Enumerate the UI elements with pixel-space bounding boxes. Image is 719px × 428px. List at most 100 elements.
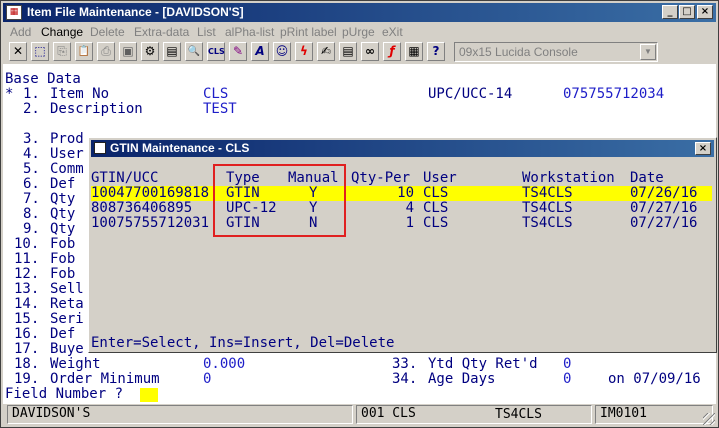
calculator-icon[interactable]: ▦	[405, 42, 423, 61]
field-19-value[interactable]: 0	[203, 372, 211, 387]
row-1-date[interactable]: 07/26/16	[630, 186, 697, 201]
field-12-num: 12.	[14, 266, 40, 282]
field-17-num: 17.	[14, 341, 40, 357]
person-icon[interactable]: ☺	[273, 42, 291, 61]
save-icon[interactable]: ▣	[119, 42, 137, 61]
lookup-icon[interactable]: 🔍	[185, 42, 203, 61]
field-17-label: Buye	[50, 341, 84, 357]
print-icon[interactable]: ⎙	[97, 42, 115, 61]
row-2-user[interactable]: CLS	[423, 201, 448, 216]
gtin-dialog-titlebar[interactable]: GTIN Maintenance - CLS ×	[91, 140, 714, 157]
notepad-icon[interactable]: ✍	[317, 42, 335, 61]
menu-change[interactable]: Change	[41, 25, 83, 39]
col-header-date: Date	[630, 170, 664, 186]
field-12-label: Fob	[50, 266, 76, 282]
field-16-num: 16.	[14, 326, 40, 342]
select-box-icon[interactable]: ⬚	[31, 42, 49, 61]
field-2-value[interactable]: TEST	[203, 102, 237, 117]
menu-purge[interactable]: pUrge	[342, 25, 375, 39]
function-icon[interactable]: ƒ	[383, 42, 401, 61]
field-18-value[interactable]: 0.000	[203, 357, 245, 372]
memo-icon[interactable]: ▤	[163, 42, 181, 61]
field-8-label: Qty	[50, 206, 76, 222]
copy-icon[interactable]: ⎘	[53, 42, 71, 61]
row-1-gtin[interactable]: 10047700169818	[91, 186, 209, 201]
menu-list[interactable]: List	[197, 25, 216, 39]
field-6-num: 6.	[23, 176, 40, 192]
annotation-highlight-box	[213, 164, 346, 237]
paste-icon[interactable]: 📋	[75, 42, 93, 61]
field-5-num: 5.	[23, 161, 40, 177]
item-app-icon[interactable]: ▦	[6, 5, 22, 20]
field-34-num: 34.	[392, 371, 418, 387]
font-select[interactable]: 09x15 Lucida Console ▼	[454, 42, 658, 62]
field-4-num: 4.	[23, 146, 40, 162]
maximize-button[interactable]: □	[679, 5, 695, 19]
notes-icon[interactable]: ▤	[339, 42, 357, 61]
field-3-label: Prod	[50, 131, 84, 147]
row-2-date[interactable]: 07/27/16	[630, 201, 697, 216]
link-icon[interactable]: ∞	[361, 42, 379, 61]
upc-value[interactable]: 075755712034	[563, 87, 664, 102]
col-header-user: User	[423, 170, 457, 186]
field-13-num: 13.	[14, 281, 40, 297]
row-3-date[interactable]: 07/27/16	[630, 216, 697, 231]
field-8-num: 8.	[23, 206, 40, 222]
font-select-value: 09x15 Lucida Console	[459, 45, 578, 59]
wizard-icon[interactable]: ✎	[229, 42, 247, 61]
field-4-label: User	[50, 146, 84, 162]
dialog-close-icon[interactable]: ×	[695, 142, 711, 155]
menu-delete[interactable]: Delete	[90, 25, 125, 39]
status-bar: DAVIDSON'S 001 CLS TS4CLS IM0101	[3, 404, 716, 426]
row-1-workstation[interactable]: TS4CLS	[522, 186, 573, 201]
menu-add[interactable]: Add	[10, 25, 31, 39]
field-11-label: Fob	[50, 251, 76, 267]
minimize-button[interactable]: _	[662, 5, 678, 19]
close-button[interactable]: ×	[697, 5, 713, 19]
field-33-num: 33.	[392, 356, 418, 372]
field-2-num: 2.	[23, 101, 40, 117]
field-number-input[interactable]	[140, 388, 158, 402]
status-program: IM0101	[595, 405, 713, 424]
chevron-down-icon[interactable]: ▼	[640, 44, 656, 60]
field-9-num: 9.	[23, 221, 40, 237]
field-2-label: Description	[50, 101, 143, 117]
field-13-label: Sell	[50, 281, 84, 297]
row-3-workstation[interactable]: TS4CLS	[522, 216, 573, 231]
row-3-qty[interactable]: 1	[396, 216, 414, 231]
resize-grip-icon[interactable]	[703, 413, 715, 425]
row-3-user[interactable]: CLS	[423, 216, 448, 231]
menu-alpha-list[interactable]: alPha-list	[225, 25, 274, 39]
field-15-num: 15.	[14, 311, 40, 327]
font-icon[interactable]: A	[251, 42, 269, 61]
row-2-gtin[interactable]: 808736406895	[91, 201, 192, 216]
field-1-value[interactable]: CLS	[203, 87, 228, 102]
lightning-icon[interactable]: ϟ	[295, 42, 313, 61]
menu-extra-data[interactable]: Extra-data	[134, 25, 189, 39]
row-1-user[interactable]: CLS	[423, 186, 448, 201]
menu-print-label[interactable]: pRint label	[280, 25, 337, 39]
row-3-gtin[interactable]: 10075755712031	[91, 216, 209, 231]
row-2-qty[interactable]: 4	[396, 201, 414, 216]
row-2-workstation[interactable]: TS4CLS	[522, 201, 573, 216]
menu-exit[interactable]: eXit	[382, 25, 403, 39]
gtin-grid[interactable]: GTIN/UCC Type Manual Qty-Per User Workst…	[91, 158, 714, 351]
field-number-prompt: Field Number ?	[5, 386, 124, 402]
cls-icon[interactable]: CLS	[207, 42, 225, 61]
field-34-value[interactable]: 0	[563, 372, 571, 387]
field-1-label: Item No	[50, 86, 110, 102]
field-14-label: Reta	[50, 296, 84, 312]
field-9-label: Qty	[50, 221, 76, 237]
row-1-qty[interactable]: 10	[396, 186, 414, 201]
toolbar: ✕ ⬚ ⎘ 📋 ⎙ ▣ ⚙ ▤ 🔍 CLS ✎ A ☺ ϟ ✍ ▤ ∞ ƒ ▦ …	[3, 41, 716, 63]
help-icon[interactable]: ?	[427, 42, 445, 61]
field-33-value[interactable]: 0	[563, 357, 571, 372]
upc-label: UPC/UCC-14	[428, 86, 513, 102]
menu-bar: Add Change Delete Extra-data List alPha-…	[3, 23, 716, 41]
title-bar[interactable]: ▦ Item File Maintenance - [DAVIDSON'S] _…	[3, 3, 716, 22]
exit-x-icon[interactable]: ✕	[9, 42, 27, 61]
gtin-dialog-title: GTIN Maintenance - CLS	[110, 141, 250, 155]
field-1-marker: *	[5, 86, 14, 102]
field-11-num: 11.	[14, 251, 40, 267]
settings-icon[interactable]: ⚙	[141, 42, 159, 61]
